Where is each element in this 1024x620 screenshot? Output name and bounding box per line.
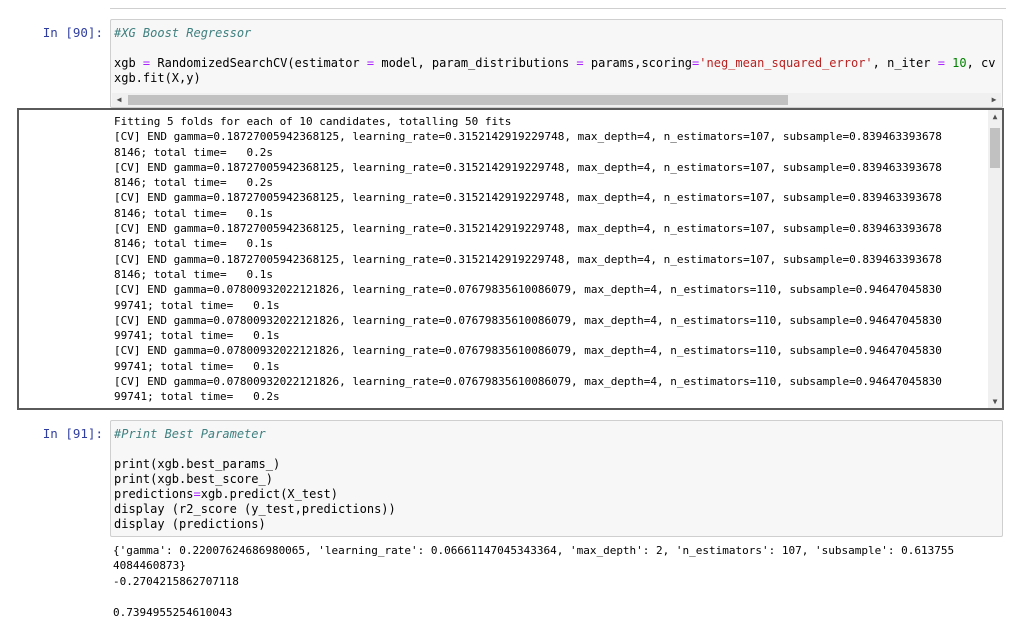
previous-cell-edge — [110, 0, 1006, 9]
cell-91-prompt: In [91]: — [42, 426, 103, 441]
cell-90-output-scroll-area[interactable]: Fitting 5 folds for each of 10 candidate… — [17, 108, 1004, 410]
cell-90-code-line-2: xgb.fit(X,y) — [114, 71, 201, 85]
output-vertical-scrollbar[interactable]: ▲ ▼ — [988, 110, 1002, 408]
cell-90-output-text: Fitting 5 folds for each of 10 candidate… — [114, 114, 942, 408]
horizontal-scroll-thumb[interactable] — [128, 95, 788, 105]
output-line: 8146; total time= 0.1s — [114, 267, 273, 281]
best-score-line: -0.2704215862707118 — [113, 574, 239, 588]
cell-91-code-input[interactable]: #Print Best Parameter print(xgb.best_par… — [110, 420, 1003, 537]
cell-91-code-line-1: print(xgb.best_params_) — [114, 457, 281, 471]
output-line: [CV] END gamma=0.07800932022121826, lear… — [114, 313, 942, 327]
output-line: [CV] END gamma=0.18727005942368125, lear… — [114, 130, 942, 144]
output-line: 8146; total time= 0.1s — [114, 237, 273, 251]
output-line: 99741; total time= 0.2s — [114, 390, 280, 404]
scroll-up-arrow-icon[interactable]: ▲ — [988, 112, 1002, 121]
output-line: [CV] END gamma=0.18727005942368125, lear… — [114, 160, 942, 174]
cell-91-code-line-5: display (predictions) — [114, 517, 266, 531]
cell-90-code-input[interactable]: #XG Boost Regressor xgb = RandomizedSear… — [110, 19, 1003, 108]
cell-90-prompt: In [90]: — [42, 25, 103, 40]
cell-91-code-line-3: predictions=xgb.predict(X_test) — [114, 487, 338, 501]
cell-91-code-line-2: print(xgb.best_score_) — [114, 472, 273, 486]
output-line: [CV] END gamma=0.18727005942368125, lear… — [114, 222, 942, 236]
cell-91-code-line-4: display (r2_score (y_test,predictions)) — [114, 502, 396, 516]
vertical-scroll-thumb[interactable] — [990, 128, 1000, 168]
output-line: [CV] END gamma=0.07800932022121826, lear… — [114, 283, 942, 297]
output-line: 8146; total time= 0.1s — [114, 206, 273, 220]
output-line: [CV] END gamma=0.07800932022121826, lear… — [114, 405, 942, 408]
cell-90-code-line-1: xgb = RandomizedSearchCV(estimator = mod… — [114, 56, 1003, 70]
code-horizontal-scrollbar[interactable]: ◀ ▶ — [112, 93, 1001, 107]
output-line: 99741; total time= 0.1s — [114, 329, 280, 343]
scroll-down-arrow-icon[interactable]: ▼ — [988, 397, 1002, 406]
output-line: Fitting 5 folds for each of 10 candidate… — [114, 115, 512, 128]
output-line: 8146; total time= 0.2s — [114, 145, 273, 159]
output-line: 8146; total time= 0.2s — [114, 176, 273, 190]
output-line: [CV] END gamma=0.18727005942368125, lear… — [114, 252, 942, 266]
output-line: 99741; total time= 0.1s — [114, 298, 280, 312]
output-line: [CV] END gamma=0.18727005942368125, lear… — [114, 191, 942, 205]
output-line: [CV] END gamma=0.07800932022121826, lear… — [114, 375, 942, 389]
scroll-right-arrow-icon[interactable]: ▶ — [987, 93, 1001, 107]
best-params-line-1: {'gamma': 0.22007624686980065, 'learning… — [113, 544, 955, 557]
cell-91-code-comment: #Print Best Parameter — [114, 427, 266, 441]
best-params-line-2: 4084460873} — [113, 559, 186, 573]
scroll-left-arrow-icon[interactable]: ◀ — [112, 93, 126, 107]
output-line: 99741; total time= 0.1s — [114, 359, 280, 373]
cell-91-output-text: {'gamma': 0.22007624686980065, 'learning… — [113, 543, 954, 620]
cell-90-code-comment: #XG Boost Regressor — [114, 26, 252, 40]
output-line: [CV] END gamma=0.07800932022121826, lear… — [114, 344, 942, 358]
